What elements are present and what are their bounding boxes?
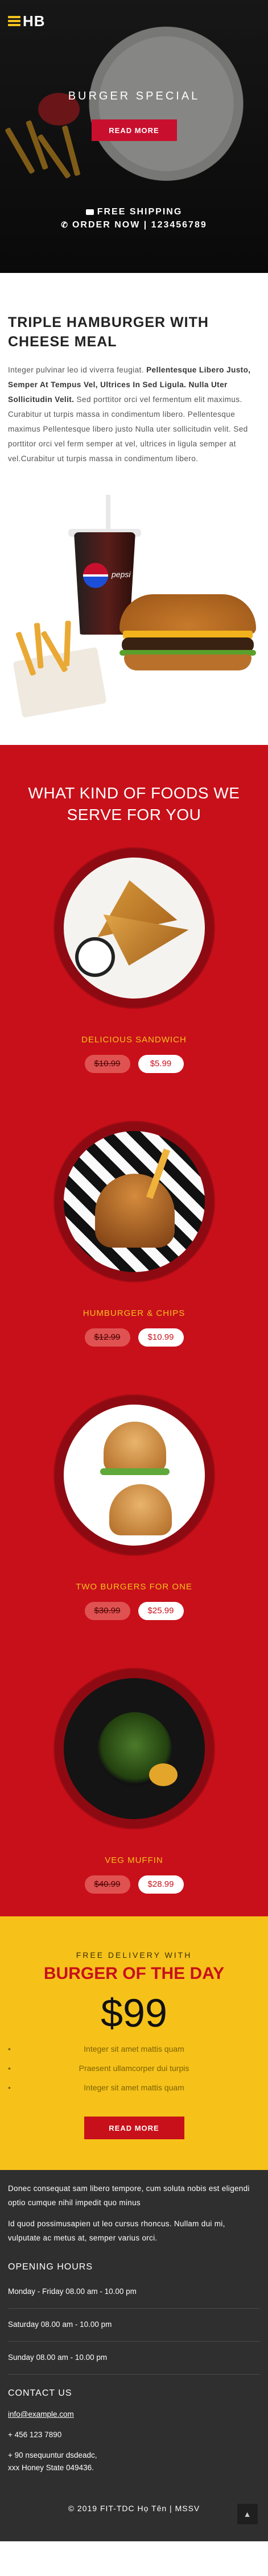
hero-read-more-button[interactable]: READ MORE [91,119,177,141]
new-price[interactable]: $5.99 [138,1055,184,1073]
contact-block: info@example.com + 456 123 7890 + 90 nse… [8,2410,260,2474]
phone-number: + 456 123 7890 [8,2430,62,2439]
delivery-price: $99 [101,1991,167,2035]
old-price: $30.99 [84,1602,130,1620]
hero-section: HB BURGER SPECIAL READ MORE FREE SHIPPIN… [0,0,268,273]
food-image-frame [54,1669,214,1828]
hero-title: BURGER SPECIAL [68,90,200,102]
site-footer: Donec consequat sam libero tempore, cum … [0,2170,268,2541]
old-price: $12.99 [84,1328,130,1347]
food-image-frame [54,1122,214,1281]
food-name[interactable]: HUMBURGER & CHIPS [0,1308,268,1318]
hours-row: Sunday 08.00 am - 10.00 pm [8,2353,260,2375]
hours-row: Saturday 08.00 am - 10.00 pm [8,2320,260,2342]
intro-title: TRIPLE HAMBURGER WITH CHEESE MEAL [8,314,209,350]
price-group: $40.99 $28.99 [0,1875,268,1894]
intro-text-end: Sed porttitor orci vel fermentum elit ma… [8,395,248,463]
two-burgers-image [63,1405,205,1546]
delivery-read-more-button[interactable]: READ MORE [84,2117,184,2139]
chevron-up-icon: ▲ [243,2509,252,2519]
logo-text: HB [23,13,46,30]
intro-paragraph: Integer pulvinar leo id viverra feugiat.… [8,363,260,466]
pepsi-logo-icon [83,563,108,588]
burger-image [119,594,256,674]
hero-info: FREE SHIPPING ✆ ORDER NOW | 123456789 [0,206,268,231]
intro-text-start: Integer pulvinar leo id viverra feugiat. [8,366,147,374]
delivery-title: BURGER OF THE DAY [43,1964,225,1983]
shipping-text: FREE SHIPPING [97,207,183,217]
phone-icon: ✆ [61,220,69,229]
new-price[interactable]: $10.99 [138,1328,184,1347]
feature-item: Integer sit amet mattis quam [0,2039,268,2059]
footer-paragraph: Donec consequat sam libero tempore, cum … [8,2184,250,2207]
back-to-top-button[interactable]: ▲ [237,2504,258,2524]
menu-item[interactable]: TWO BURGERS FOR ONE $30.99 $25.99 [0,1395,268,1620]
opening-hours-title: OPENING HOURS [8,2262,93,2272]
email-link[interactable]: info@example.com [8,2410,260,2418]
menu-item[interactable]: HUMBURGER & CHIPS $12.99 $10.99 [0,1122,268,1347]
feature-item: Integer sit amet mattis quam [0,2078,268,2097]
feature-list: Integer sit amet mattis quam Praesent ul… [0,2039,268,2097]
price-group: $12.99 $10.99 [0,1328,268,1347]
menu-item[interactable]: VEG MUFFIN $40.99 $28.99 [0,1669,268,1894]
copyright-bar: © 2019 FIT-TDC Họ Tên | MSSV ▲ [8,2474,260,2541]
delivery-subtitle: FREE DELIVERY WITH [76,1950,192,1960]
veg-muffin-image [63,1678,205,1819]
logo-icon [8,15,20,27]
pepsi-brand-text: pepsi [112,570,131,579]
new-price[interactable]: $28.99 [138,1875,184,1894]
order-text: ORDER NOW | 123456789 [72,220,207,230]
menu-title: WHAT KIND OF FOODS WE SERVE FOR YOU [28,784,240,823]
food-name[interactable]: DELICIOUS SANDWICH [0,1035,268,1045]
meal-product-image: pepsi [0,478,268,745]
feature-item: Praesent ullamcorper dui turpis [0,2059,268,2078]
copyright-text: © 2019 FIT-TDC Họ Tên | MSSV [68,2504,200,2513]
menu-section: WHAT KIND OF FOODS WE SERVE FOR YOU DELI… [0,745,268,1916]
food-image-frame [54,1395,214,1555]
food-image-frame [54,848,214,1008]
food-name[interactable]: VEG MUFFIN [0,1856,268,1865]
old-price: $40.99 [84,1875,130,1894]
intro-section: TRIPLE HAMBURGER WITH CHEESE MEAL Intege… [0,273,268,478]
contact-title: CONTACT US [8,2388,72,2398]
new-price[interactable]: $25.99 [138,1602,184,1620]
price-group: $10.99 $5.99 [0,1055,268,1073]
delivery-section: FREE DELIVERY WITH BURGER OF THE DAY $99… [0,1916,268,2170]
old-price: $10.99 [84,1055,130,1073]
site-logo[interactable]: HB [8,13,46,30]
fries-box [13,620,107,718]
price-group: $30.99 $25.99 [0,1602,268,1620]
hours-row: Monday - Friday 08.00 am - 10.00 pm [8,2287,260,2309]
food-name[interactable]: TWO BURGERS FOR ONE [0,1582,268,1592]
sandwich-image [63,858,205,999]
truck-icon [85,209,94,215]
address-line: + 90 nsequuntur dsdeadc, [8,2451,97,2459]
address-line: xxx Honey State 049436. [8,2463,94,2472]
footer-paragraph: Id quod possimusapien ut leo cursus rhon… [8,2219,225,2242]
hamburger-chips-image [63,1131,205,1272]
menu-item[interactable]: DELICIOUS SANDWICH $10.99 $5.99 [0,848,268,1073]
